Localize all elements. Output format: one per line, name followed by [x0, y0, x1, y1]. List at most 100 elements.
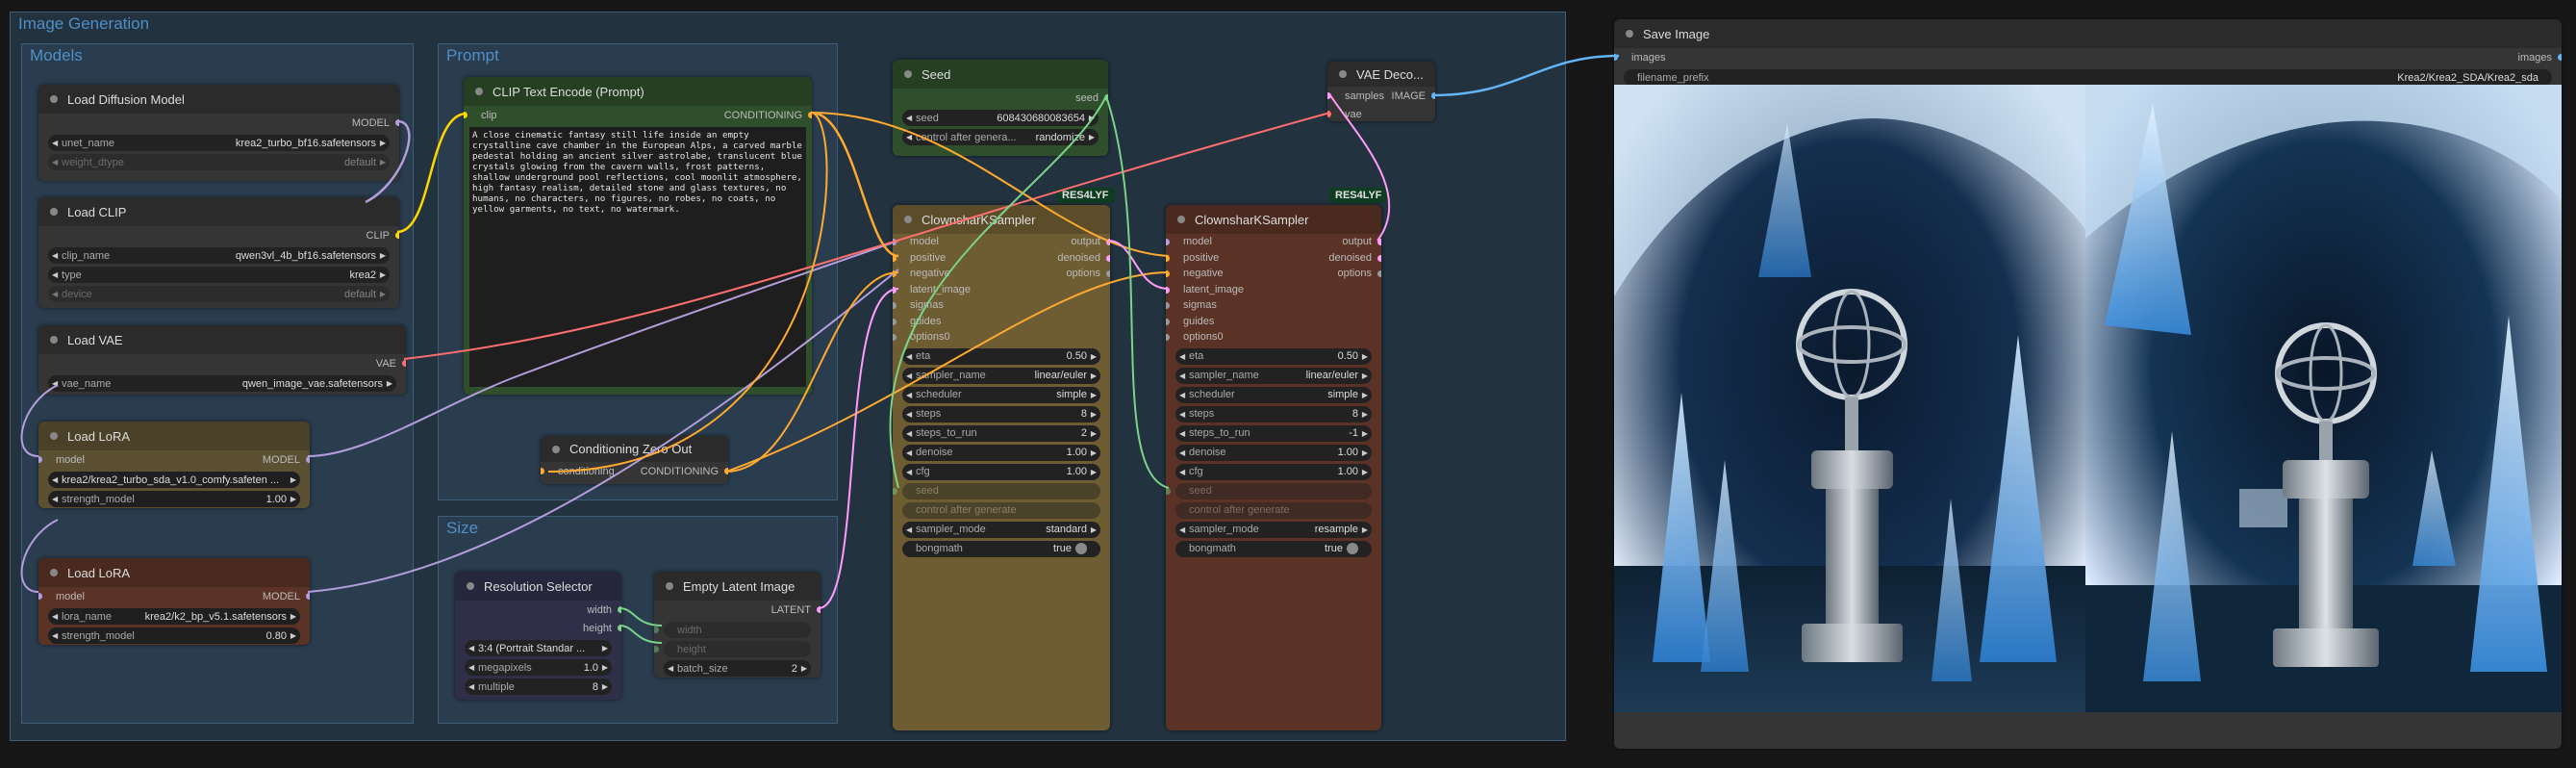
- steps-slider[interactable]: steps 8: [902, 405, 1100, 422]
- seed-input[interactable]: seed: [1166, 482, 1372, 499]
- output-socket-icon[interactable]: [395, 119, 399, 126]
- node-seed[interactable]: Seed seed seed 608430680083654 control af…: [893, 60, 1108, 156]
- input-socket-icon[interactable]: [893, 334, 897, 341]
- output-socket-icon[interactable]: [402, 360, 406, 367]
- strength-model-slider[interactable]: strength_model 1.00: [48, 491, 300, 507]
- collapse-dot-icon[interactable]: [1177, 216, 1185, 223]
- steps-to-run-slider[interactable]: steps_to_run -1: [1175, 424, 1372, 442]
- image-preview-area[interactable]: [1614, 85, 2562, 712]
- node-clownshark-sampler-1[interactable]: ClownsharKSampler model output positive den…: [893, 205, 1110, 730]
- steps-slider[interactable]: steps 8: [1175, 405, 1372, 422]
- collapse-dot-icon[interactable]: [1626, 30, 1633, 38]
- cfg-slider[interactable]: cfg 1.00: [1175, 463, 1372, 480]
- input-socket-icon[interactable]: [464, 112, 467, 118]
- output-socket-icon[interactable]: [2558, 54, 2562, 61]
- input-socket-icon[interactable]: [1166, 239, 1170, 245]
- collapse-dot-icon[interactable]: [50, 95, 58, 103]
- output-socket-icon[interactable]: [618, 625, 621, 631]
- height-input[interactable]: height: [654, 641, 811, 657]
- node-canvas[interactable]: Image Generation Models Prompt Size Load…: [0, 0, 2576, 768]
- denoise-slider[interactable]: denoise 1.00: [1175, 444, 1372, 461]
- bongmath-toggle[interactable]: bongmath true: [902, 540, 1100, 557]
- output-socket-icon[interactable]: [1104, 94, 1108, 101]
- eta-slider[interactable]: eta 0.50: [902, 347, 1100, 365]
- input-socket-icon[interactable]: [38, 593, 42, 600]
- input-socket-icon[interactable]: [893, 286, 897, 294]
- output-socket-icon[interactable]: [1431, 92, 1435, 99]
- input-socket-icon[interactable]: [1166, 254, 1170, 262]
- seed-number-input[interactable]: seed 608430680083654: [902, 110, 1099, 126]
- output-socket-icon[interactable]: [724, 468, 728, 474]
- output-socket-icon[interactable]: [1106, 239, 1110, 245]
- node-clownshark-sampler-2[interactable]: ClownsharKSampler model output positive den…: [1166, 205, 1381, 730]
- output-socket-icon[interactable]: [808, 112, 812, 118]
- prompt-textarea[interactable]: A close cinematic fantasy still life ins…: [469, 127, 806, 387]
- megapixels-slider[interactable]: megapixels 1.0: [465, 659, 612, 676]
- input-socket-icon[interactable]: [1166, 270, 1170, 277]
- control-after-generate-combo[interactable]: control after genera... randomize: [902, 129, 1099, 145]
- node-conditioning-zero-out[interactable]: Conditioning Zero Out conditioning CONDIT…: [541, 436, 728, 484]
- output-socket-icon[interactable]: [395, 232, 399, 239]
- weight-dtype-combo[interactable]: weight_dtype default: [48, 154, 390, 170]
- input-socket-icon[interactable]: [1166, 487, 1171, 495]
- filename-prefix-input[interactable]: filename_prefix Krea2/Krea2_SDA/Krea2_sda: [1624, 69, 2552, 86]
- scheduler-combo[interactable]: scheduler simple: [902, 386, 1100, 403]
- sampler-name-combo[interactable]: sampler_name linear/euler: [1175, 367, 1372, 384]
- generated-image-1[interactable]: [1614, 85, 2085, 712]
- generated-image-2[interactable]: [2085, 85, 2562, 712]
- input-socket-icon[interactable]: [893, 254, 897, 262]
- collapse-dot-icon[interactable]: [50, 336, 58, 344]
- input-socket-icon[interactable]: [1166, 286, 1170, 294]
- vae-name-combo[interactable]: vae_name qwen_image_vae.safetensors: [48, 375, 396, 392]
- node-load-diffusion-model[interactable]: Load Diffusion Model MODEL unet_name krea…: [38, 85, 399, 181]
- seed-input[interactable]: seed: [893, 482, 1100, 499]
- output-socket-icon[interactable]: [1106, 270, 1110, 277]
- bongmath-toggle[interactable]: bongmath true: [1175, 540, 1372, 557]
- multiple-slider[interactable]: multiple 8: [465, 678, 612, 695]
- output-socket-icon[interactable]: [817, 606, 821, 613]
- collapse-dot-icon[interactable]: [467, 582, 474, 590]
- lora-name-combo[interactable]: krea2/krea2_turbo_sda_v1.0_comfy.safeten…: [48, 472, 300, 488]
- denoise-slider[interactable]: denoise 1.00: [902, 444, 1100, 461]
- input-socket-icon[interactable]: [893, 487, 897, 495]
- input-socket-icon[interactable]: [38, 456, 42, 463]
- collapse-dot-icon[interactable]: [50, 208, 58, 216]
- collapse-dot-icon[interactable]: [1339, 70, 1347, 78]
- input-socket-icon[interactable]: [1327, 111, 1331, 117]
- input-socket-icon[interactable]: [1166, 334, 1170, 341]
- cfg-slider[interactable]: cfg 1.00: [902, 463, 1100, 480]
- input-socket-icon[interactable]: [893, 302, 897, 309]
- node-resolution-selector[interactable]: Resolution Selector width height 3:4 (Po…: [455, 572, 621, 700]
- output-socket-icon[interactable]: [1377, 239, 1381, 245]
- node-clip-text-encode[interactable]: CLIP Text Encode (Prompt) clip CONDITIONI…: [464, 77, 812, 395]
- node-save-image[interactable]: Save Image images images filename_prefix K…: [1614, 19, 2562, 749]
- input-socket-icon[interactable]: [893, 318, 897, 325]
- sampler-mode-combo[interactable]: sampler_mode resample: [1175, 521, 1372, 538]
- output-socket-icon[interactable]: [618, 606, 621, 613]
- node-load-lora-1[interactable]: Load LoRA model MODEL krea2/krea2_turbo_s…: [38, 422, 310, 508]
- input-socket-icon[interactable]: [1166, 318, 1170, 325]
- node-empty-latent-image[interactable]: Empty Latent Image LATENT width height b…: [654, 572, 821, 678]
- node-load-clip[interactable]: Load CLIP CLIP clip_name qwen3vl_4b_bf16.…: [38, 197, 399, 308]
- width-input[interactable]: width: [654, 622, 811, 638]
- collapse-dot-icon[interactable]: [50, 569, 58, 576]
- input-socket-icon[interactable]: [1166, 302, 1170, 309]
- node-load-lora-2[interactable]: Load LoRA model MODEL lora_name krea2/k2_b…: [38, 558, 310, 645]
- scheduler-combo[interactable]: scheduler simple: [1175, 386, 1372, 403]
- eta-slider[interactable]: eta 0.50: [1175, 347, 1372, 365]
- output-socket-icon[interactable]: [306, 593, 310, 600]
- input-socket-icon[interactable]: [893, 270, 897, 277]
- input-socket-icon[interactable]: [893, 239, 897, 245]
- output-socket-icon[interactable]: [1106, 254, 1110, 262]
- input-socket-icon[interactable]: [541, 468, 544, 474]
- collapse-dot-icon[interactable]: [904, 70, 912, 78]
- output-socket-icon[interactable]: [1377, 254, 1381, 262]
- node-vae-decode[interactable]: VAE Deco... samples IMAGE vae: [1327, 62, 1435, 121]
- lora-name-combo[interactable]: lora_name krea2/k2_bp_v5.1.safetensors: [48, 608, 300, 625]
- output-socket-icon[interactable]: [306, 456, 310, 463]
- output-socket-icon[interactable]: [1377, 270, 1381, 277]
- control-after-generate-combo[interactable]: control after generate: [902, 501, 1100, 519]
- input-socket-icon[interactable]: [1327, 92, 1331, 99]
- collapse-dot-icon[interactable]: [904, 216, 912, 223]
- sampler-name-combo[interactable]: sampler_name linear/euler: [902, 367, 1100, 384]
